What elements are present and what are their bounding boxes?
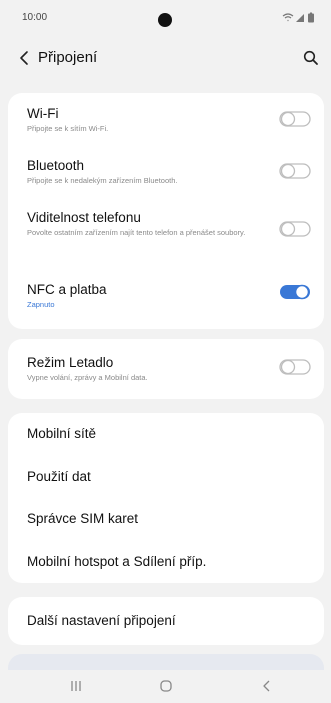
toggle-row-title: Bluetooth [27, 158, 85, 173]
toggle-row-title: Wi-Fi [27, 106, 59, 121]
battery-icon [308, 13, 314, 23]
wifi-icon [282, 13, 294, 22]
back-icon[interactable] [254, 676, 280, 696]
chevron-left-icon[interactable] [12, 46, 36, 70]
status-time: 10:00 [22, 12, 48, 23]
recents-icon[interactable] [63, 676, 89, 696]
menu-item-data-usage[interactable]: Použití dat [8, 456, 324, 499]
airplane-card: Režim Letadlo Vypne volání, zprávy a Mob… [8, 339, 324, 399]
search-icon[interactable] [299, 46, 323, 70]
toggle-row-subtitle: Připojte se k nedalekým zařízením Blueto… [27, 176, 178, 185]
toggle-row-airplane[interactable]: Režim Letadlo Vypne volání, zprávy a Mob… [8, 339, 324, 399]
status-bar: 10:00 [0, 0, 331, 34]
airplane-toggle[interactable] [279, 358, 311, 376]
menu-item-sim-manager[interactable]: Správce SIM karet [8, 498, 324, 541]
toggle-row-subtitle: Připojte se k sítím Wi-Fi. [27, 124, 109, 133]
more-settings-card: Další nastavení připojení [8, 597, 324, 645]
toggle-row-title: NFC a platba [27, 282, 107, 297]
partial-card [8, 654, 324, 670]
menu-item-more-connection-settings[interactable]: Další nastavení připojení [8, 597, 324, 645]
status-icons [282, 12, 314, 23]
network-menu-card: Mobilní sítě Použití dat Správce SIM kar… [8, 413, 324, 583]
page-title: Připojení [38, 49, 98, 66]
wifi-toggle[interactable] [279, 110, 311, 128]
toggle-row-visibility[interactable]: Viditelnost telefonu Povolte ostatním za… [8, 197, 324, 269]
toggle-row-title: Režim Letadlo [27, 355, 114, 370]
home-icon[interactable] [153, 676, 179, 696]
toggle-row-bluetooth[interactable]: Bluetooth Připojte se k nedalekým zaříze… [8, 145, 324, 197]
bluetooth-toggle[interactable] [279, 162, 311, 180]
connections-card: Wi-Fi Připojte se k sítím Wi-Fi. Bluetoo… [8, 93, 324, 329]
signal-icon [296, 14, 304, 22]
toggle-row-subtitle: Vypne volání, zprávy a Mobilní data. [27, 373, 148, 382]
toggle-row-title: Viditelnost telefonu [27, 210, 141, 225]
front-camera [158, 13, 172, 27]
toggle-row-subtitle: Povolte ostatním zařízením najít tento t… [27, 228, 246, 237]
menu-item-mobile-networks[interactable]: Mobilní sítě [8, 413, 324, 456]
app-header: Připojení [0, 36, 331, 80]
visibility-toggle[interactable] [279, 220, 311, 238]
menu-item-hotspot[interactable]: Mobilní hotspot a Sdílení příp. [8, 541, 324, 584]
toggle-row-wifi[interactable]: Wi-Fi Připojte se k sítím Wi-Fi. [8, 93, 324, 145]
navigation-bar [0, 670, 331, 703]
nfc-toggle[interactable] [279, 283, 311, 301]
toggle-row-subtitle: Zapnuto [27, 300, 55, 309]
toggle-row-nfc[interactable]: NFC a platba Zapnuto [8, 269, 324, 329]
